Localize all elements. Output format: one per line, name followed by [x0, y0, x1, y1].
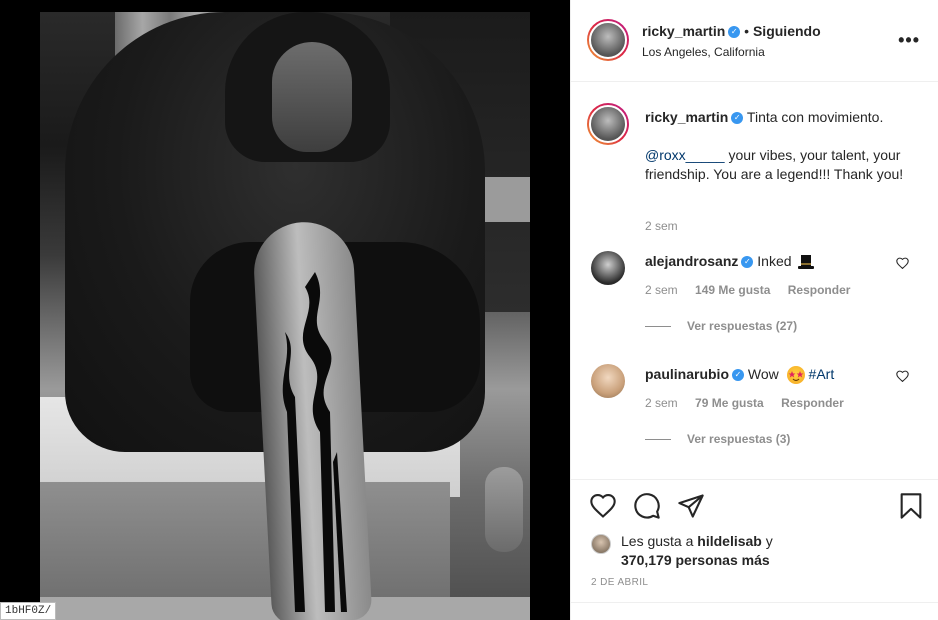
- likes-others-link[interactable]: 370,179 personas más: [621, 552, 770, 568]
- comment-text: Wow: [747, 366, 779, 382]
- view-replies-label: Ver respuestas (27): [687, 319, 798, 333]
- heart-outline-icon: [896, 370, 909, 383]
- comment-likes[interactable]: 79 Me gusta: [695, 396, 764, 410]
- heart-outline-icon: [896, 257, 909, 270]
- caption-text: ricky_martin ✓ Tinta con movimiento. @rox…: [645, 108, 915, 184]
- caption-mention-link[interactable]: @roxx_____: [645, 147, 725, 163]
- add-comment-bar[interactable]: [571, 602, 938, 620]
- liker-avatar[interactable]: [591, 534, 611, 554]
- heart-icon[interactable]: [589, 492, 617, 520]
- replies-divider: [645, 326, 671, 328]
- likes-prefix: Les gusta a: [621, 533, 698, 549]
- author-line: ricky_martin ✓ • Siguiendo: [642, 23, 821, 39]
- post-date[interactable]: 2 DE ABRIL: [591, 577, 648, 588]
- caption-avatar[interactable]: [587, 103, 629, 145]
- comment-like-heart-icon[interactable]: [896, 370, 909, 385]
- paper-plane-icon[interactable]: [677, 492, 705, 520]
- photo-face: [272, 42, 352, 152]
- more-options-icon[interactable]: •••: [898, 30, 920, 51]
- comment-meta: 2 sem 79 Me gusta Responder: [645, 396, 858, 410]
- post-actions: Les gusta a hildelisab y 370,179 persona…: [571, 479, 938, 620]
- commenter-avatar[interactable]: [591, 251, 625, 285]
- verified-badge-icon: ✓: [741, 256, 754, 269]
- likes-text: Les gusta a hildelisab y 370,179 persona…: [621, 532, 773, 570]
- post-caption: ricky_martin ✓ Tinta con movimiento. @rox…: [571, 83, 938, 243]
- caption-line1: Tinta con movimiento.: [746, 109, 884, 125]
- status-url-tooltip: 1bHF0Z/: [0, 602, 57, 620]
- view-replies-button[interactable]: Ver respuestas (27): [645, 319, 797, 333]
- comment-icon[interactable]: [633, 492, 661, 520]
- verified-badge-icon: ✓: [731, 112, 744, 125]
- comments-list[interactable]: ricky_martin ✓ Tinta con movimiento. @rox…: [571, 83, 938, 479]
- post-photo[interactable]: [40, 12, 530, 620]
- post-media-panel: 1bHF0Z/: [0, 0, 570, 620]
- post-side-panel: ricky_martin ✓ • Siguiendo Los Angeles, C…: [570, 0, 938, 620]
- view-replies-label: Ver respuestas (3): [687, 432, 791, 446]
- author-avatar[interactable]: [587, 19, 629, 61]
- commenter-username[interactable]: alejandrosanz: [645, 253, 738, 269]
- author-username[interactable]: ricky_martin: [642, 23, 725, 39]
- liker-username[interactable]: hildelisab: [697, 533, 762, 549]
- comment-time[interactable]: 2 sem: [645, 283, 678, 297]
- likes-summary: Les gusta a hildelisab y 370,179 persona…: [591, 532, 773, 570]
- star-eyes-icon: [788, 371, 804, 382]
- verified-badge-icon: ✓: [728, 26, 741, 39]
- photo-tattoo: [282, 272, 347, 612]
- photo-hand: [485, 467, 523, 552]
- comment-item: alejandrosanz ✓ Inked 2 sem 149 Me gusta …: [571, 243, 938, 356]
- comment-body: alejandrosanz ✓ Inked: [645, 253, 815, 270]
- comment-like-heart-icon[interactable]: [896, 257, 909, 272]
- comment-body: paulinarubio ✓ Wow #Art: [645, 366, 835, 385]
- comment-item: paulinarubio ✓ Wow #Art 2 sem 79 Me gusta…: [571, 356, 938, 469]
- view-replies-button[interactable]: Ver respuestas (3): [645, 432, 790, 446]
- comment-text: Inked: [757, 253, 792, 269]
- replies-divider: [645, 439, 671, 441]
- comment-time[interactable]: 2 sem: [645, 396, 678, 410]
- comment-likes[interactable]: 149 Me gusta: [695, 283, 770, 297]
- commenter-avatar[interactable]: [591, 364, 625, 398]
- post-location[interactable]: Los Angeles, California: [642, 45, 765, 59]
- separator-dot: •: [744, 23, 750, 39]
- bookmark-icon[interactable]: [897, 492, 925, 520]
- reply-button[interactable]: Responder: [788, 283, 851, 297]
- verified-badge-icon: ✓: [732, 369, 744, 382]
- post-header: ricky_martin ✓ • Siguiendo Los Angeles, C…: [571, 0, 938, 82]
- top-hat-emoji-icon: [798, 255, 815, 270]
- caption-time[interactable]: 2 sem: [645, 219, 678, 233]
- star-struck-emoji-icon: [786, 366, 805, 385]
- commenter-username[interactable]: paulinarubio: [645, 366, 729, 382]
- caption-username[interactable]: ricky_martin: [645, 109, 728, 125]
- author-avatar-image: [589, 21, 627, 59]
- follow-status-button[interactable]: Siguiendo: [753, 23, 821, 39]
- hashtag-link[interactable]: #Art: [809, 366, 835, 382]
- comment-meta: 2 sem 149 Me gusta Responder: [645, 283, 864, 297]
- caption-avatar-image: [589, 105, 627, 143]
- likes-y: y: [761, 533, 773, 549]
- reply-button[interactable]: Responder: [781, 396, 844, 410]
